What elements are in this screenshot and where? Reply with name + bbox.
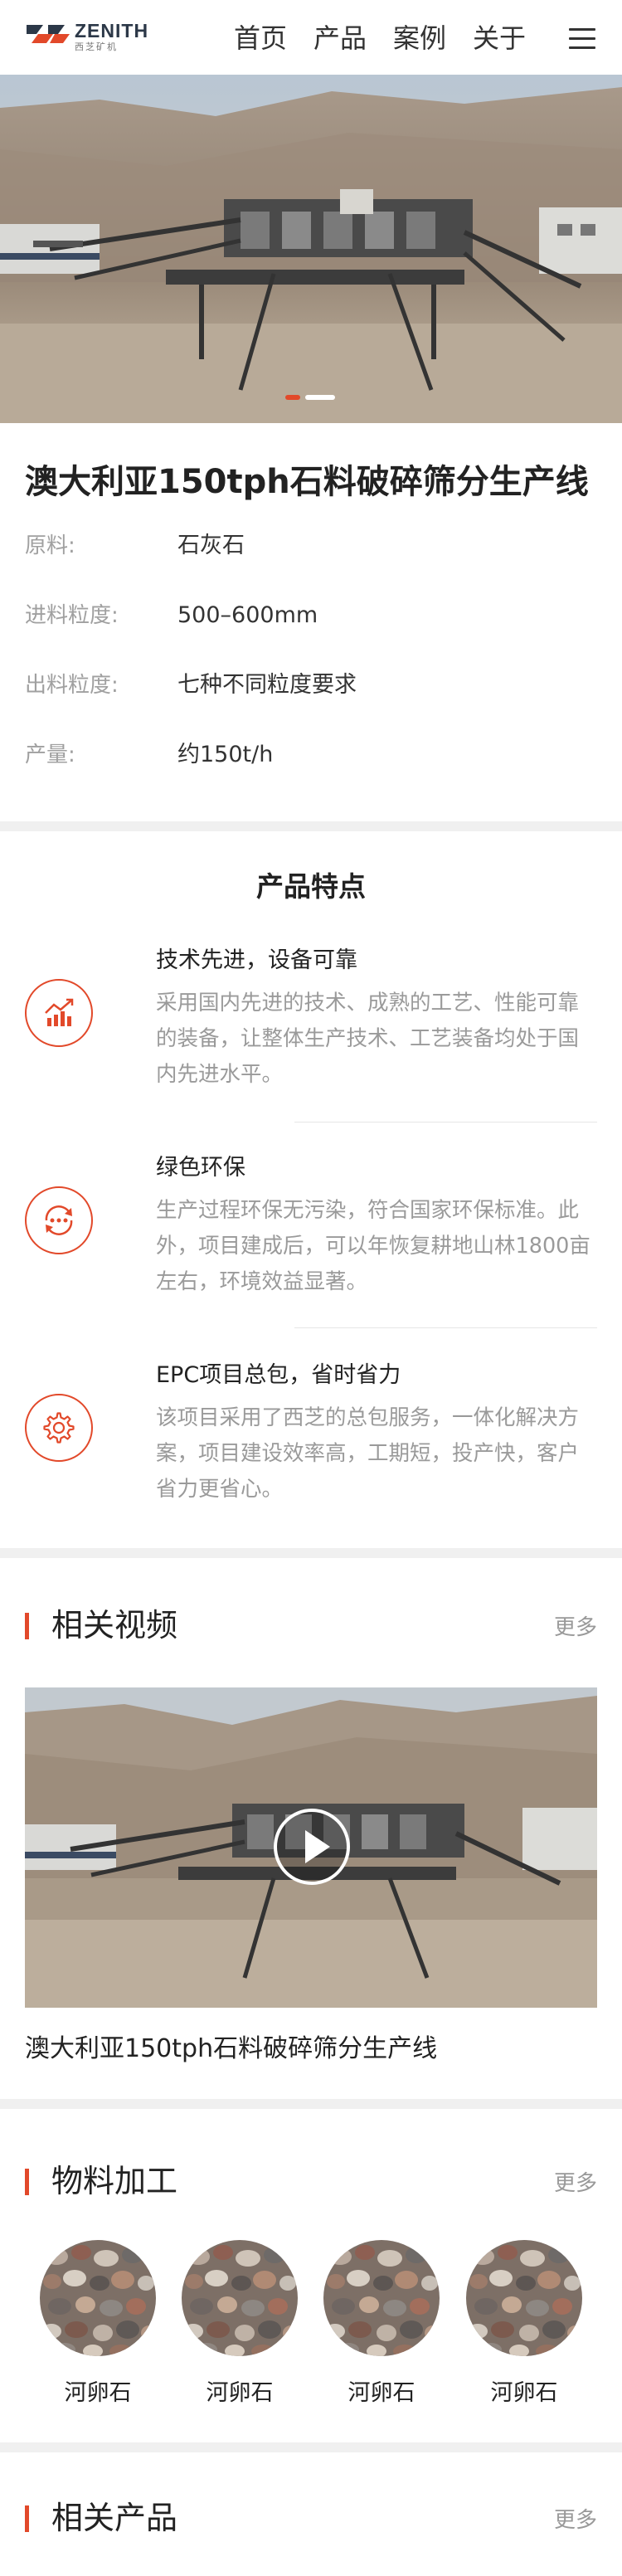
main-nav: 首页 产品 案例 关于 <box>234 23 552 53</box>
logo-mark-icon <box>27 25 70 43</box>
section-divider <box>0 2099 622 2109</box>
recycle-eco-icon <box>25 1186 93 1254</box>
logo[interactable]: ZENITH 西芝矿机 <box>25 22 148 55</box>
feature-title: 绿色环保 <box>156 1155 245 1181</box>
hamburger-menu-icon[interactable] <box>569 28 595 50</box>
feature-description: 该项目采用了西芝的总包服务，一体化解决方案，项目建设效率高，工期短，投产快，客户… <box>156 1405 580 1502</box>
pebble-image <box>466 2240 582 2356</box>
section-divider <box>0 2442 622 2452</box>
material-label: 河卵石 <box>347 2380 415 2406</box>
nav-products[interactable]: 产品 <box>313 23 367 53</box>
pebble-image <box>40 2240 156 2356</box>
material-item[interactable]: 河卵石 <box>182 2240 298 2407</box>
video-thumbnail[interactable] <box>25 1687 597 2008</box>
material-label: 河卵石 <box>490 2380 558 2406</box>
logo-wordmark: ZENITH <box>75 20 149 41</box>
features-title: 产品特点 <box>256 870 366 903</box>
product-specs: 原料: 石灰石 进料粒度: 500–600mm 出料粒度: 七种不同粒度要求 产… <box>25 529 597 808</box>
product-title: 澳大利亚150tph石料破碎筛分生产线 <box>25 463 589 501</box>
spec-row-capacity: 产量: 约150t/h <box>25 742 274 767</box>
nav-about[interactable]: 关于 <box>473 23 526 53</box>
material-item[interactable]: 河卵石 <box>323 2240 440 2407</box>
materials-section-title: 物料加工 <box>51 2163 178 2199</box>
feature-description: 采用国内先进的技术、成熟的工艺、性能可靠的装备，让整体生产技术、工艺装备均处于国… <box>156 991 580 1087</box>
feature-title: 技术先进，设备可靠 <box>156 947 357 973</box>
carousel-indicator <box>285 395 340 400</box>
spec-row-feed-size: 进料粒度: 500–600mm <box>25 602 318 628</box>
pebble-image <box>182 2240 298 2356</box>
products-section-header: 相关产品 更多 <box>25 2497 597 2539</box>
material-item[interactable]: 河卵石 <box>40 2240 156 2407</box>
spec-row-output-size: 出料粒度: 七种不同粒度要求 <box>25 672 357 698</box>
products-section-title: 相关产品 <box>51 2500 178 2536</box>
feature-title: EPC项目总包，省时省力 <box>156 1362 401 1388</box>
site-header: ZENITH 西芝矿机 首页 产品 案例 关于 <box>0 0 622 75</box>
nav-home[interactable]: 首页 <box>234 23 287 53</box>
section-accent-bar <box>25 2169 29 2195</box>
video-section-header: 相关视频 更多 <box>25 1605 597 1646</box>
spec-row-material: 原料: 石灰石 <box>25 533 245 558</box>
video-more-link[interactable]: 更多 <box>554 1613 597 1643</box>
feature-separator <box>294 1327 597 1328</box>
video-caption[interactable]: 澳大利亚150tph石料破碎筛分生产线 <box>25 2028 437 2064</box>
products-more-link[interactable]: 更多 <box>554 2505 597 2535</box>
feature-description: 生产过程环保无污染，符合国家环保标准。此外，项目建成后，可以年恢复耕地山林180… <box>156 1198 590 1294</box>
nav-cases[interactable]: 案例 <box>393 23 446 53</box>
carousel-dot[interactable] <box>305 395 335 400</box>
video-section-title: 相关视频 <box>51 1607 178 1643</box>
section-accent-bar <box>25 1613 29 1639</box>
section-divider <box>0 1548 622 1558</box>
material-label: 河卵石 <box>206 2380 274 2406</box>
carousel-dot-active[interactable] <box>285 395 300 400</box>
material-label: 河卵石 <box>64 2380 132 2406</box>
hero-carousel[interactable] <box>0 75 622 423</box>
logo-subtitle: 西芝矿机 <box>75 41 118 52</box>
play-icon[interactable] <box>274 1809 350 1885</box>
pebble-image <box>323 2240 440 2356</box>
materials-section-header: 物料加工 更多 <box>25 2160 597 2202</box>
hero-image <box>0 75 622 423</box>
materials-more-link[interactable]: 更多 <box>554 2169 597 2199</box>
section-divider <box>0 821 622 831</box>
material-item[interactable]: 河卵石 <box>466 2240 582 2407</box>
gear-icon <box>25 1394 93 1462</box>
chart-growth-icon <box>25 979 93 1047</box>
section-accent-bar <box>25 2505 29 2532</box>
